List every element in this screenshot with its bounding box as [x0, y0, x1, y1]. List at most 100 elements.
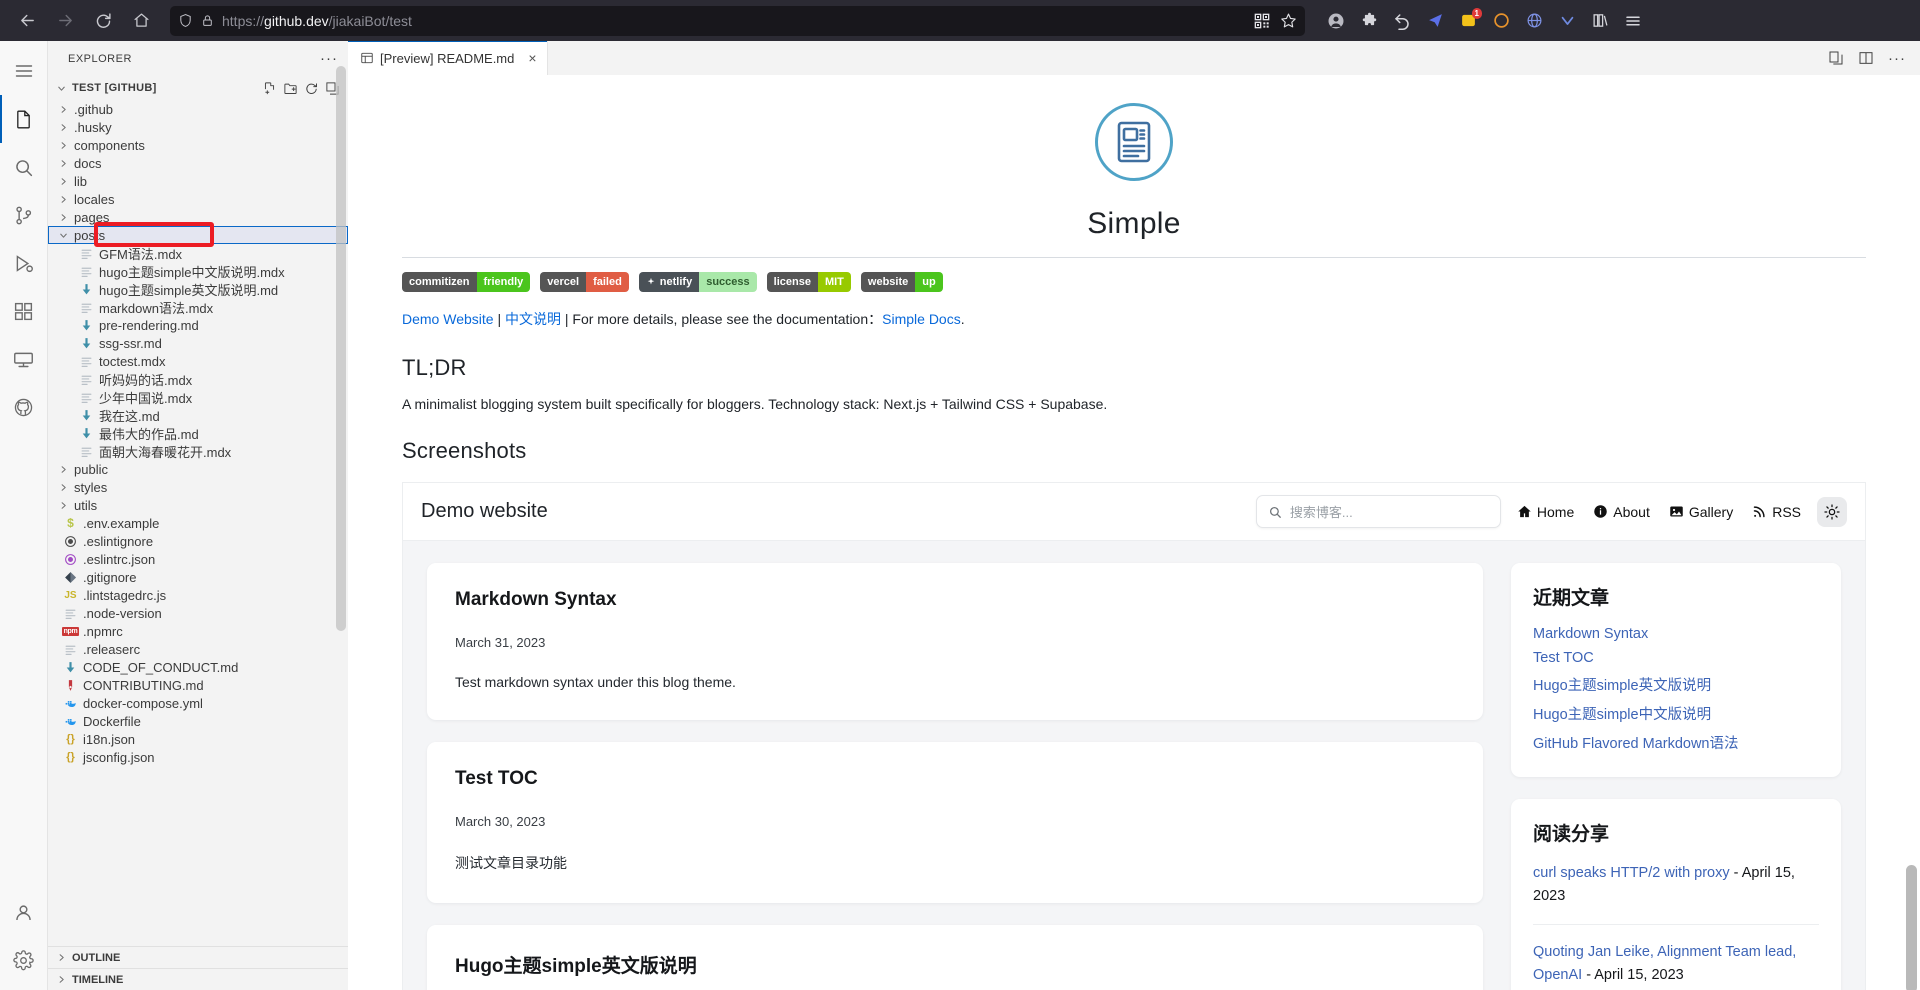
tree-file-row[interactable]: 最伟大的作品.md: [48, 424, 348, 442]
tree-file-row[interactable]: GFM语法.mdx: [48, 244, 348, 262]
account-circle-icon[interactable]: [1321, 6, 1351, 36]
accounts-icon[interactable]: [0, 888, 48, 936]
tree-file-row[interactable]: hugo主题simple中文版说明.mdx: [48, 262, 348, 280]
tree-file-row[interactable]: .eslintignore: [48, 532, 348, 550]
new-folder-icon[interactable]: [283, 81, 298, 96]
recent-post-link[interactable]: Hugo主题simple英文版说明: [1533, 674, 1819, 695]
post-card[interactable]: Test TOC March 30, 2023 测试文章目录功能: [427, 742, 1483, 904]
orange-circle-icon[interactable]: [1486, 6, 1516, 36]
tab-close-icon[interactable]: ×: [528, 50, 536, 66]
share-send-icon[interactable]: [1420, 6, 1450, 36]
tree-file-row[interactable]: .eslintrc.json: [48, 550, 348, 568]
bookmark-star-icon[interactable]: [1280, 12, 1297, 29]
demo-nav-about[interactable]: About: [1593, 504, 1650, 520]
open-changes-icon[interactable]: [1828, 50, 1844, 66]
chinese-doc-link[interactable]: 中文说明: [505, 311, 561, 327]
share-item-link[interactable]: curl speaks HTTP/2 with proxy: [1533, 865, 1730, 881]
tree-file-row[interactable]: 少年中国说.mdx: [48, 388, 348, 406]
tree-folder-row[interactable]: posts: [48, 222, 348, 247]
tree-file-row[interactable]: $ .env.example: [48, 514, 348, 532]
menu-hamburger-icon[interactable]: [0, 47, 48, 95]
tree-folder-row[interactable]: docs: [48, 154, 348, 172]
demo-nav-rss[interactable]: RSS: [1752, 504, 1801, 520]
demo-website-link[interactable]: Demo Website: [402, 311, 494, 327]
tree-folder-row[interactable]: styles: [48, 478, 348, 496]
tree-file-row[interactable]: hugo主题simple英文版说明.md: [48, 280, 348, 298]
editor-more-icon[interactable]: ···: [1888, 50, 1906, 67]
demo-site-search[interactable]: 搜索博客...: [1255, 495, 1501, 529]
theme-toggle-sun-icon[interactable]: [1817, 496, 1847, 527]
tree-file-row[interactable]: CONTRIBUTING.md: [48, 676, 348, 694]
tree-file-row[interactable]: {} i18n.json: [48, 730, 348, 748]
tab-readme-preview[interactable]: [Preview] README.md ×: [348, 41, 548, 76]
recent-post-link[interactable]: GitHub Flavored Markdown语法: [1533, 732, 1819, 753]
tree-file-row[interactable]: npm .npmrc: [48, 622, 348, 640]
badge-netlify[interactable]: netlify success: [638, 272, 757, 293]
tree-folder-row[interactable]: utils: [48, 496, 348, 514]
tree-file-row[interactable]: ssg-ssr.md: [48, 334, 348, 352]
badge-vercel[interactable]: vercel failed: [540, 272, 629, 293]
sidebar-item-run-debug[interactable]: [0, 239, 48, 287]
tree-folder-row[interactable]: .github: [48, 100, 348, 118]
recent-post-link[interactable]: Hugo主题simple中文版说明: [1533, 703, 1819, 724]
outline-section-header[interactable]: OUTLINE: [48, 946, 348, 968]
tree-file-row[interactable]: 听妈妈的话.mdx: [48, 370, 348, 388]
tree-file-row[interactable]: .node-version: [48, 604, 348, 622]
library-icon[interactable]: [1585, 6, 1615, 36]
tree-folder-row[interactable]: locales: [48, 190, 348, 208]
timeline-section-header[interactable]: TIMELINE: [48, 968, 348, 990]
explorer-more-icon[interactable]: ···: [320, 50, 338, 67]
tree-file-row[interactable]: 面朝大海春暖花开.mdx: [48, 442, 348, 460]
tree-file-row[interactable]: toctest.mdx: [48, 352, 348, 370]
tree-file-row[interactable]: docker-compose.yml: [48, 694, 348, 712]
demo-nav-gallery[interactable]: Gallery: [1669, 504, 1733, 520]
tree-folder-row[interactable]: components: [48, 136, 348, 154]
forward-button[interactable]: [48, 4, 82, 38]
tree-file-row[interactable]: CODE_OF_CONDUCT.md: [48, 658, 348, 676]
tree-folder-row[interactable]: public: [48, 460, 348, 478]
back-button[interactable]: [10, 4, 44, 38]
tree-file-row[interactable]: .gitignore: [48, 568, 348, 586]
undo-arrow-icon[interactable]: [1387, 6, 1417, 36]
tree-folder-row[interactable]: pages: [48, 208, 348, 226]
tree-file-row[interactable]: 我在这.md: [48, 406, 348, 424]
simple-docs-link[interactable]: Simple Docs: [882, 311, 961, 327]
badge-commitizen[interactable]: commitizen friendly: [402, 272, 531, 293]
post-card[interactable]: Hugo主题simple英文版说明: [427, 925, 1483, 990]
recent-post-link[interactable]: Test TOC: [1533, 650, 1819, 666]
app-menu-icon[interactable]: [1618, 6, 1648, 36]
file-tree[interactable]: .github .husky components docs lib locales pag…: [48, 100, 348, 946]
tree-file-row[interactable]: Dockerfile: [48, 712, 348, 730]
tree-file-row[interactable]: pre-rendering.md: [48, 316, 348, 334]
tree-folder-row[interactable]: .husky: [48, 118, 348, 136]
new-file-icon[interactable]: [262, 81, 277, 96]
tree-file-row[interactable]: {} jsconfig.json: [48, 748, 348, 766]
post-card[interactable]: Markdown Syntax March 31, 2023 Test markdo…: [427, 563, 1483, 721]
tree-file-row[interactable]: markdown语法.mdx: [48, 298, 348, 316]
address-bar[interactable]: https://github.dev/jiakaiBot/test: [170, 5, 1305, 36]
reload-button[interactable]: [86, 4, 120, 38]
shield-icon[interactable]: [178, 13, 193, 28]
split-editor-icon[interactable]: [1858, 50, 1874, 66]
sidebar-item-explorer[interactable]: [0, 95, 48, 143]
notification-icon[interactable]: 1: [1453, 6, 1483, 36]
recent-post-link[interactable]: Markdown Syntax: [1533, 626, 1819, 642]
qr-code-icon[interactable]: [1254, 13, 1270, 29]
extensions-puzzle-icon[interactable]: [1354, 6, 1384, 36]
settings-gear-icon[interactable]: [0, 936, 48, 984]
workspace-section-header[interactable]: TEST [GITHUB]: [48, 76, 348, 100]
tree-file-row[interactable]: .releaserc: [48, 640, 348, 658]
chevron-down-icon[interactable]: [1552, 6, 1582, 36]
sidebar-item-extensions[interactable]: [0, 287, 48, 335]
refresh-icon[interactable]: [304, 81, 319, 96]
badge-license[interactable]: license MIT: [766, 272, 851, 293]
globe-icon[interactable]: [1519, 6, 1549, 36]
sidebar-item-source-control[interactable]: [0, 191, 48, 239]
preview-scrollbar[interactable]: [1906, 865, 1917, 990]
tree-folder-row[interactable]: lib: [48, 172, 348, 190]
sidebar-item-github[interactable]: [0, 383, 48, 431]
badge-website[interactable]: website up: [860, 272, 943, 293]
sidebar-item-search[interactable]: [0, 143, 48, 191]
demo-nav-home[interactable]: Home: [1517, 504, 1574, 520]
tree-file-row[interactable]: JS .lintstagedrc.js: [48, 586, 348, 604]
